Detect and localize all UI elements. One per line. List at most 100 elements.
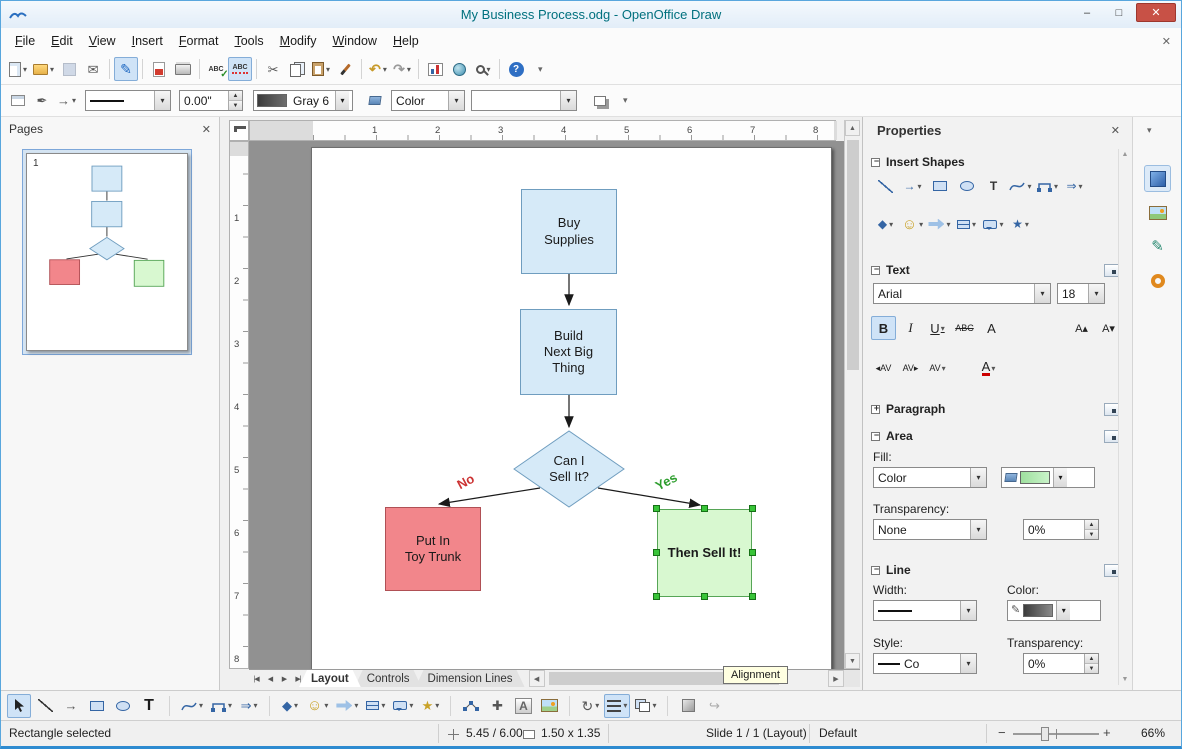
zoom-in-icon[interactable]: + [1103, 725, 1111, 740]
connector-icon[interactable] [1035, 175, 1060, 197]
cut-button[interactable]: ✂ [261, 57, 285, 81]
insert-chart-button[interactable] [423, 57, 447, 81]
line-width-select[interactable]: ▾ [873, 600, 977, 621]
edit-points-button[interactable] [6, 89, 30, 113]
line-tool-button[interactable] [33, 694, 57, 718]
sidebar-tab-gallery[interactable] [1144, 199, 1171, 226]
menu-modify[interactable]: Modify [272, 31, 325, 51]
previous-slide-button[interactable]: ◀ [263, 670, 277, 687]
dropdown-icon[interactable]: ▾ [1053, 468, 1067, 487]
line-more-options-icon[interactable] [1104, 564, 1119, 577]
page-style[interactable]: Default [819, 726, 857, 740]
lines-and-arrows-button[interactable]: ⇒ [237, 694, 261, 718]
next-slide-button[interactable]: ▶ [277, 670, 291, 687]
fill-color-select[interactable]: ▾ [471, 90, 577, 111]
zoom-button[interactable] [471, 57, 495, 81]
canvas[interactable]: Buy Supplies Build Next Big Thing Can I … [249, 141, 844, 669]
edge-label-yes[interactable]: Yes [653, 470, 680, 494]
scroll-up-icon[interactable]: ▲ [1122, 151, 1129, 158]
transparency-spinner[interactable]: 0% ▲▼ [1023, 519, 1099, 540]
arrow-style-button[interactable]: → [54, 89, 79, 113]
curve-tool-button[interactable] [178, 694, 206, 718]
scroll-down-icon[interactable]: ▼ [845, 653, 860, 669]
block-arrows-button[interactable] [333, 694, 361, 718]
dropdown-icon[interactable]: ▾ [960, 654, 976, 673]
text-shadow-button[interactable]: A [979, 316, 1004, 340]
character-spacing-button[interactable]: AV [925, 356, 950, 380]
email-button[interactable]: ✉ [81, 57, 105, 81]
selection-handle-ne[interactable] [749, 505, 756, 512]
flowchart-node-decision[interactable]: Can I Sell It? [524, 449, 614, 489]
line-icon[interactable] [873, 175, 898, 197]
sidebar-tab-navigator[interactable] [1144, 267, 1171, 294]
basic-shapes-icon[interactable]: ◆ [873, 213, 898, 235]
dropdown-icon[interactable]: ▾ [154, 91, 170, 110]
zoom-level[interactable]: 66% [1141, 726, 1165, 740]
edit-file-button[interactable]: ✎ [114, 57, 138, 81]
menu-edit[interactable]: Edit [43, 31, 81, 51]
section-text[interactable]: Text [871, 263, 1119, 277]
selection-handle-sw[interactable] [653, 593, 660, 600]
tab-controls[interactable]: Controls [355, 670, 422, 687]
font-size-select[interactable]: 18 ▾ [1057, 283, 1105, 304]
menu-insert[interactable]: Insert [124, 31, 171, 51]
glue-points-button[interactable]: ✒ [30, 89, 54, 113]
dropdown-icon[interactable]: ▾ [1034, 284, 1050, 303]
text-box-icon[interactable]: T [981, 175, 1006, 197]
flowchart-shapes-icon[interactable] [954, 213, 979, 235]
italic-button[interactable]: I [898, 316, 923, 340]
toolbar-overflow-icon[interactable]: ▾ [538, 64, 543, 75]
selection-handle-s[interactable] [701, 593, 708, 600]
gallery-button[interactable] [447, 57, 471, 81]
spin-down-icon[interactable]: ▼ [229, 101, 242, 110]
document-page[interactable]: Buy Supplies Build Next Big Thing Can I … [311, 147, 832, 669]
maximize-button[interactable]: □ [1104, 3, 1134, 22]
ruler-origin-box[interactable] [229, 120, 249, 141]
export-pdf-button[interactable] [147, 57, 171, 81]
flowchart-node-toy-trunk[interactable]: Put In Toy Trunk [385, 507, 481, 591]
selection-handle-e[interactable] [749, 549, 756, 556]
area-more-options-icon[interactable] [1104, 430, 1119, 443]
sidebar-tab-properties[interactable] [1144, 165, 1171, 192]
edge-label-no[interactable]: No [454, 471, 476, 492]
rotate-button[interactable]: ↻ [578, 694, 602, 718]
increase-font-button[interactable]: A▴ [1069, 316, 1094, 340]
text-tool-button[interactable]: T [137, 694, 161, 718]
interaction-button[interactable]: ↪ [702, 694, 726, 718]
glue-points-button[interactable]: ✚ [485, 694, 509, 718]
section-paragraph[interactable]: Paragraph [871, 402, 1119, 416]
paragraph-more-options-icon[interactable] [1104, 403, 1119, 416]
close-button[interactable]: ✕ [1136, 3, 1176, 22]
paste-button[interactable] [309, 57, 333, 81]
edit-points-button[interactable] [459, 694, 483, 718]
auto-spellcheck-button[interactable] [228, 57, 252, 81]
star-shapes-icon[interactable]: ★ [1008, 213, 1033, 235]
basic-shapes-button[interactable]: ◆ [278, 694, 302, 718]
zoom-slider-thumb[interactable] [1041, 727, 1049, 741]
transparency-type-select[interactable]: None ▾ [873, 519, 987, 540]
menu-help[interactable]: Help [385, 31, 427, 51]
rectangle-tool-button[interactable] [85, 694, 109, 718]
spin-up-icon[interactable]: ▲ [1085, 520, 1098, 530]
dropdown-icon[interactable]: ▾ [560, 91, 576, 110]
flowchart-shapes-button[interactable] [363, 694, 388, 718]
zoom-out-icon[interactable]: − [998, 725, 1006, 740]
strikethrough-button[interactable]: ABC [952, 316, 977, 340]
menu-tools[interactable]: Tools [226, 31, 271, 51]
menu-file[interactable]: File [7, 31, 43, 51]
selection-handle-w[interactable] [653, 549, 660, 556]
underline-button[interactable]: U [925, 316, 950, 340]
clone-formatting-button[interactable] [333, 57, 357, 81]
shadow-button[interactable] [589, 89, 613, 113]
scroll-up-icon[interactable]: ▲ [845, 120, 860, 136]
spin-down-icon[interactable]: ▼ [1085, 664, 1098, 673]
star-shapes-button[interactable]: ★ [418, 694, 442, 718]
fontwork-button[interactable]: A [511, 694, 535, 718]
vertical-scrollbar-thumb[interactable] [847, 140, 859, 370]
tab-dimension-lines[interactable]: Dimension Lines [416, 670, 525, 687]
sidebar-menu-icon[interactable]: ▾ [1147, 125, 1152, 136]
fill-type-select[interactable]: Color▾ [391, 90, 465, 111]
tab-layout[interactable]: Layout [299, 670, 361, 687]
collapse-icon[interactable] [871, 432, 880, 441]
vertical-scrollbar[interactable]: ▲ ▼ [844, 120, 860, 669]
